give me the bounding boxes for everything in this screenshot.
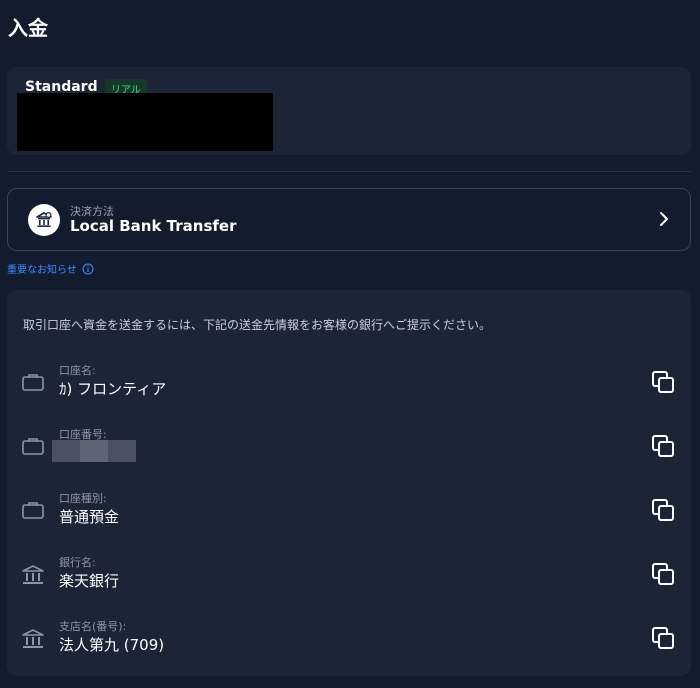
bank-info-row-account-name: 口座名: ｶ) フロンティア [7,358,691,408]
briefcase-icon [22,374,44,391]
briefcase-icon [22,438,44,455]
copy-icon[interactable] [651,434,675,458]
payment-method-selector[interactable]: 決済方法 Local Bank Transfer [7,188,691,251]
bank-info-row-account-type: 口座種別: 普通預金 [7,486,691,536]
payment-method-value: Local Bank Transfer [70,217,237,235]
row-label: 支店名(番号): [59,620,127,633]
copy-icon[interactable] [651,498,675,522]
page-title: 入金 [8,16,48,40]
section-divider [7,171,691,172]
bank-icon [22,565,44,584]
redacted-account-details [17,93,273,151]
row-label: 口座名: [59,364,96,377]
bank-info-card: 取引口座へ資金を送金するには、下記の送金先情報をお客様の銀行へご提示ください。 … [7,290,691,676]
info-circle-icon [82,262,94,275]
redacted-account-number [52,440,136,462]
row-value: 法人第九 (709) [59,636,165,654]
bank-info-description: 取引口座へ資金を送金するには、下記の送金先情報をお客様の銀行へご提示ください。 [23,318,492,332]
bank-info-row-account-number: 口座番号: [7,422,691,472]
row-label: 口座種別: [59,492,107,505]
copy-icon[interactable] [651,626,675,650]
row-label: 銀行名: [59,556,96,569]
bank-info-row-branch-name: 支店名(番号): 法人第九 (709) [7,614,691,664]
account-card: Standard リアル [7,67,691,155]
row-value: 普通預金 [59,508,120,526]
bank-icon [22,629,44,648]
copy-icon[interactable] [651,562,675,586]
row-value: 楽天銀行 [59,572,120,590]
notice-text: 重要なお知らせ [7,265,77,276]
briefcase-icon [22,502,44,519]
copy-icon[interactable] [651,370,675,394]
important-notice-link[interactable]: 重要なお知らせ [7,261,94,276]
bank-building-icon [28,204,60,236]
row-value: ｶ) フロンティア [59,380,167,398]
chevron-right-icon [658,211,670,231]
bank-info-row-bank-name: 銀行名: 楽天銀行 [7,550,691,600]
